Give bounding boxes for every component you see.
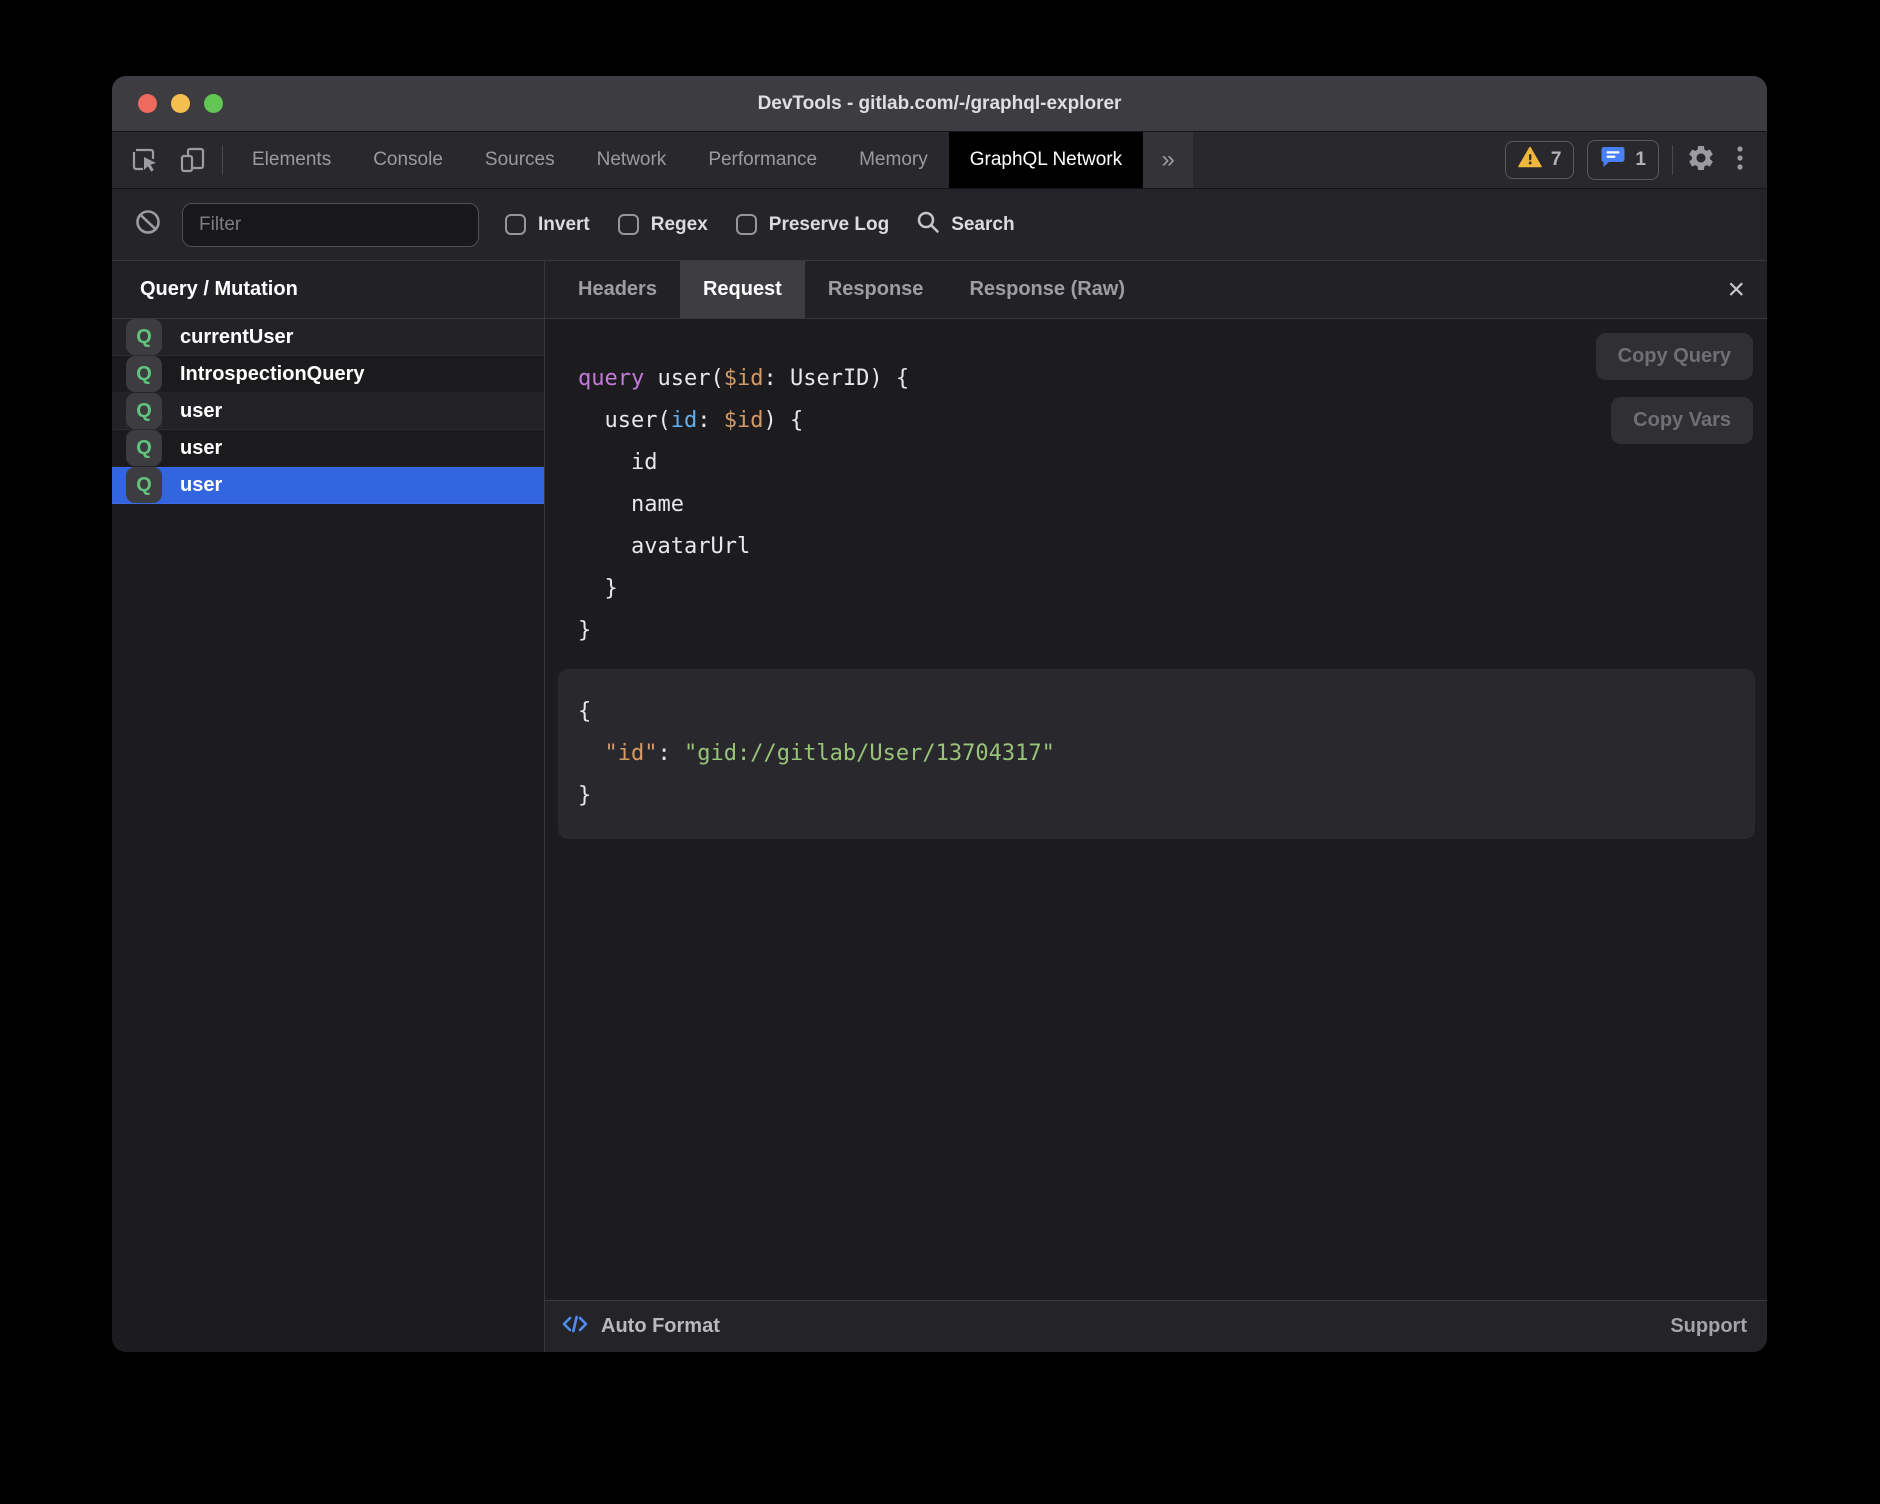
graphql-variables-box: { "id": "gid://gitlab/User/13704317"} bbox=[558, 669, 1755, 839]
toolbar-separator bbox=[222, 145, 223, 175]
checkbox-box-preserve-log[interactable] bbox=[736, 214, 757, 235]
checkbox-box-invert[interactable] bbox=[505, 214, 526, 235]
query-type-badge: Q bbox=[126, 430, 162, 466]
query-name-label: user bbox=[180, 474, 222, 497]
checkbox-regex[interactable]: Regex bbox=[618, 214, 708, 236]
block-requests-icon[interactable] bbox=[134, 208, 162, 241]
query-code-line: avatarUrl bbox=[578, 526, 1767, 568]
checkbox-label: Regex bbox=[651, 214, 708, 236]
close-panel-button[interactable]: × bbox=[1721, 261, 1751, 318]
query-type-badge: Q bbox=[126, 319, 162, 355]
query-list-panel: Query / Mutation QcurrentUserQIntrospect… bbox=[112, 261, 545, 1352]
toolbar-left-icons bbox=[112, 132, 222, 188]
devtools-tab-network[interactable]: Network bbox=[576, 132, 688, 188]
query-type-badge: Q bbox=[126, 393, 162, 429]
traffic-lights bbox=[138, 76, 223, 131]
more-tabs-button[interactable]: » bbox=[1143, 132, 1193, 188]
search-icon bbox=[915, 209, 941, 240]
query-list-item-currentuser[interactable]: QcurrentUser bbox=[112, 319, 544, 356]
copy-vars-button[interactable]: Copy Vars bbox=[1611, 397, 1753, 444]
query-name-label: currentUser bbox=[180, 326, 293, 349]
title-bar: DevTools - gitlab.com/-/graphql-explorer bbox=[112, 76, 1767, 132]
query-list-item-user[interactable]: Quser bbox=[112, 430, 544, 467]
warning-icon bbox=[1518, 146, 1542, 174]
auto-format-button[interactable]: Auto Format bbox=[561, 1312, 720, 1342]
query-list-item-user[interactable]: Quser bbox=[112, 393, 544, 430]
detail-tab-headers[interactable]: Headers bbox=[555, 261, 680, 318]
checkbox-label: Preserve Log bbox=[769, 214, 889, 236]
devtools-tab-graphql-network[interactable]: GraphQL Network bbox=[949, 132, 1143, 188]
filter-checkboxes: Invert Regex Preserve Log bbox=[505, 214, 889, 236]
code-format-icon bbox=[561, 1312, 589, 1342]
query-code-line: user(id: $id) { bbox=[578, 400, 1767, 442]
query-name-label: IntrospectionQuery bbox=[180, 363, 364, 386]
settings-gear-icon[interactable] bbox=[1686, 143, 1716, 178]
filter-bar: Invert Regex Preserve Log Search bbox=[112, 188, 1767, 260]
devtools-window: DevTools - gitlab.com/-/graphql-explorer… bbox=[112, 76, 1767, 1352]
issues-count: 1 bbox=[1635, 149, 1646, 171]
warnings-badge[interactable]: 7 bbox=[1505, 141, 1575, 179]
zoom-window-button[interactable] bbox=[204, 94, 223, 113]
query-list: QcurrentUserQIntrospectionQueryQuserQuse… bbox=[112, 319, 544, 504]
checkbox-box-regex[interactable] bbox=[618, 214, 639, 235]
issues-badge[interactable]: 1 bbox=[1587, 140, 1659, 180]
query-type-badge: Q bbox=[126, 467, 162, 503]
device-toolbar-icon[interactable] bbox=[178, 145, 208, 175]
toolbar-right: 7 1 bbox=[1505, 132, 1767, 188]
checkbox-preserve-log[interactable]: Preserve Log bbox=[736, 214, 889, 236]
devtools-tab-elements[interactable]: Elements bbox=[231, 132, 352, 188]
warnings-count: 7 bbox=[1551, 149, 1562, 171]
query-list-item-user[interactable]: Quser bbox=[112, 467, 544, 504]
query-code-line: id bbox=[578, 442, 1767, 484]
window-title: DevTools - gitlab.com/-/graphql-explorer bbox=[112, 93, 1767, 115]
panel-tabs: ElementsConsoleSourcesNetworkPerformance… bbox=[231, 132, 1143, 188]
query-code-line: name bbox=[578, 484, 1767, 526]
devtools-tab-console[interactable]: Console bbox=[352, 132, 464, 188]
checkbox-invert[interactable]: Invert bbox=[505, 214, 590, 236]
minimize-window-button[interactable] bbox=[171, 94, 190, 113]
variables-code-line: "id": "gid://gitlab/User/13704317" bbox=[578, 733, 1755, 775]
detail-tab-request[interactable]: Request bbox=[680, 261, 805, 318]
copy-query-button[interactable]: Copy Query bbox=[1596, 333, 1753, 380]
checkbox-label: Invert bbox=[538, 214, 590, 236]
toolbar-separator bbox=[1672, 145, 1673, 175]
copy-buttons: Copy Query Copy Vars bbox=[1596, 333, 1753, 444]
query-list-header: Query / Mutation bbox=[112, 261, 544, 319]
detail-tab-response-raw[interactable]: Response (Raw) bbox=[946, 261, 1148, 318]
auto-format-label: Auto Format bbox=[601, 1315, 720, 1338]
variables-code-line: } bbox=[578, 775, 1755, 817]
query-code-line: query user($id: UserID) { bbox=[578, 358, 1767, 400]
inspect-element-icon[interactable] bbox=[130, 145, 160, 175]
detail-tab-bar: HeadersRequestResponseResponse (Raw) × bbox=[545, 261, 1767, 319]
graphql-query-code: query user($id: UserID) { user(id: $id) … bbox=[545, 319, 1767, 652]
query-list-item-introspectionquery[interactable]: Q IntrospectionQuery bbox=[112, 356, 544, 393]
request-detail-panel: HeadersRequestResponseResponse (Raw) × q… bbox=[545, 261, 1767, 1352]
devtools-tab-performance[interactable]: Performance bbox=[687, 132, 838, 188]
detail-tabs: HeadersRequestResponseResponse (Raw) bbox=[555, 261, 1148, 318]
devtools-tab-sources[interactable]: Sources bbox=[464, 132, 576, 188]
variables-code-line: { bbox=[578, 691, 1755, 733]
query-code-line: } bbox=[578, 568, 1767, 610]
query-name-label: user bbox=[180, 400, 222, 423]
main-area: Query / Mutation QcurrentUserQIntrospect… bbox=[112, 260, 1767, 1352]
kebab-menu-icon[interactable] bbox=[1735, 143, 1745, 178]
support-link[interactable]: Support bbox=[1670, 1315, 1747, 1338]
filter-input[interactable] bbox=[182, 203, 479, 247]
search-control[interactable]: Search bbox=[915, 209, 1014, 240]
search-label: Search bbox=[951, 214, 1014, 236]
query-type-badge: Q bbox=[126, 356, 162, 392]
detail-footer: Auto Format Support bbox=[545, 1300, 1767, 1352]
query-code-line: } bbox=[578, 610, 1767, 652]
query-name-label: user bbox=[180, 437, 222, 460]
devtools-tab-memory[interactable]: Memory bbox=[838, 132, 949, 188]
request-tab-content: query user($id: UserID) { user(id: $id) … bbox=[545, 319, 1767, 1300]
detail-tab-response[interactable]: Response bbox=[805, 261, 947, 318]
message-bubble-icon bbox=[1600, 145, 1626, 175]
devtools-toolbar: ElementsConsoleSourcesNetworkPerformance… bbox=[112, 132, 1767, 188]
close-window-button[interactable] bbox=[138, 94, 157, 113]
